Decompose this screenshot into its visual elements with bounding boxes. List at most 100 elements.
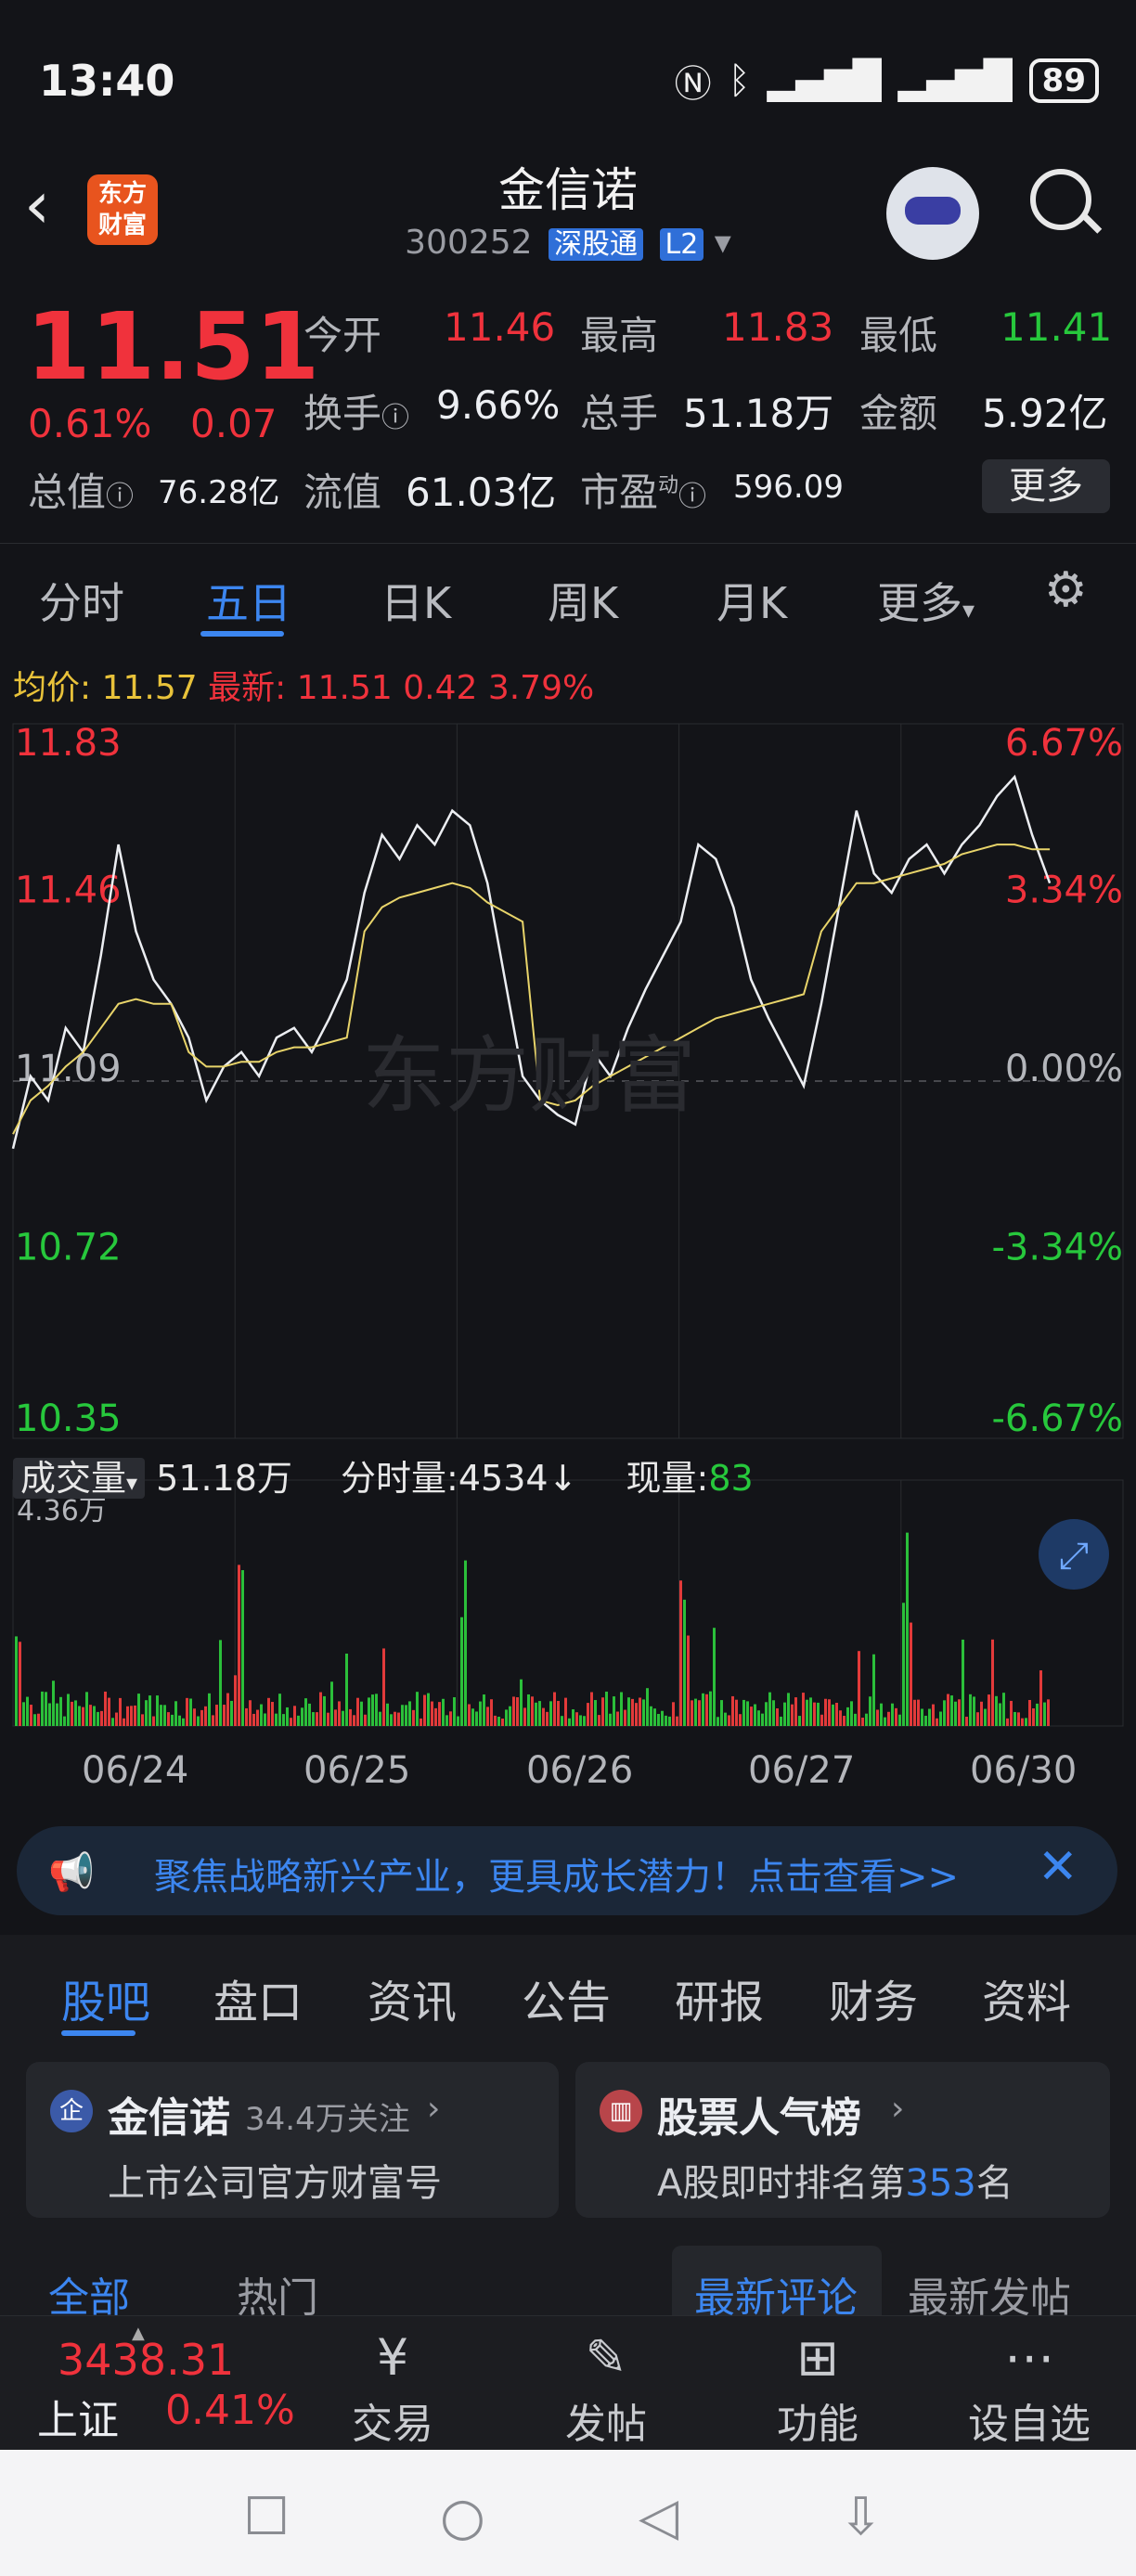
volume-bar	[813, 1702, 816, 1726]
volume-bar	[943, 1700, 946, 1726]
y-tick-right: 3.34%	[1005, 869, 1123, 912]
volume-bar	[776, 1707, 779, 1726]
high-value: 11.83	[722, 304, 834, 350]
volume-bar	[442, 1698, 445, 1726]
volume-selector[interactable]: 成交量▾	[13, 1458, 146, 1499]
volume-bar	[876, 1709, 879, 1726]
nav-trade[interactable]: ¥ 交易	[323, 2325, 462, 2450]
volume-bar	[174, 1701, 177, 1726]
index-name[interactable]: 上证	[37, 2387, 119, 2446]
rank-text: A股即时排名第353名	[657, 2162, 1013, 2205]
promo-banner[interactable]: 📢 聚焦战略新兴产业，更具成长潜力！点击查看>> ✕	[17, 1826, 1117, 1915]
tab-profile[interactable]: 资料	[982, 1965, 1071, 2030]
volume-bar	[152, 1716, 155, 1726]
tab-more[interactable]: 更多▾	[877, 570, 975, 631]
volume-bar	[97, 1711, 99, 1726]
tab-monthly-k[interactable]: 月K	[716, 570, 787, 631]
volume-bar	[256, 1709, 259, 1726]
volume-bar	[624, 1709, 626, 1726]
volume-bar	[557, 1700, 560, 1726]
tab-guba[interactable]: 股吧	[61, 1965, 150, 2030]
five-day-chart[interactable]: 11.83 11.46 11.09 10.72 10.35 6.67% 3.34% 0.00…	[0, 705, 1136, 1745]
volume-bar	[516, 1697, 519, 1726]
low-label: 最低	[859, 313, 938, 358]
settings-gear-icon[interactable]: ⚙	[1044, 562, 1088, 618]
volume-bar	[200, 1709, 203, 1726]
volume-bar	[219, 1640, 222, 1726]
volume-bar	[728, 1715, 730, 1726]
clock: 13:40	[39, 56, 175, 106]
volume-bar	[746, 1701, 749, 1726]
expand-icon[interactable]: ⤢	[1039, 1519, 1109, 1590]
tab-daily-k[interactable]: 日K	[381, 570, 451, 631]
volume-bar	[382, 1648, 385, 1726]
volume-bar	[1032, 1707, 1035, 1726]
more-quote-button[interactable]: 更多	[982, 459, 1110, 513]
back-triangle-icon[interactable]: ◁	[639, 2487, 678, 2547]
volume-bar	[549, 1701, 552, 1726]
volume-bar	[635, 1703, 638, 1726]
tab-news[interactable]: 资讯	[368, 1965, 457, 2030]
tab-research[interactable]: 研报	[675, 1965, 764, 2030]
volume-bar	[475, 1711, 478, 1726]
volume-bar	[453, 1697, 456, 1726]
current-price: 11.51	[26, 292, 320, 401]
tab-finance[interactable]: 财务	[829, 1965, 918, 2030]
volume-bar	[182, 1718, 185, 1726]
volume-total: 51.18万	[156, 1458, 292, 1499]
volume-bar	[323, 1695, 326, 1726]
tab-announcements[interactable]: 公告	[522, 1965, 611, 2030]
down-arrow-icon[interactable]: ⇩	[839, 2487, 883, 2547]
volume-bar	[731, 1695, 734, 1726]
volume-bar	[360, 1701, 363, 1726]
nav-add-watchlist[interactable]: ⋯ 设自选	[960, 2325, 1099, 2450]
assistant-robot-icon[interactable]	[886, 167, 979, 260]
volume-bar	[739, 1714, 742, 1726]
close-icon[interactable]: ✕	[1038, 1839, 1078, 1895]
nav-post[interactable]: ✎ 发帖	[536, 2325, 676, 2450]
volume-bar	[249, 1700, 252, 1726]
volume-bar	[245, 1707, 248, 1726]
latest-label: 最新:	[208, 669, 287, 707]
volume-bar	[757, 1710, 760, 1726]
volume-bar	[468, 1704, 471, 1726]
volume-bar	[665, 1715, 667, 1726]
volume-bar	[691, 1700, 693, 1726]
search-icon[interactable]	[1030, 169, 1091, 230]
tab-weekly-k[interactable]: 周K	[548, 570, 618, 631]
y-tick-left: 10.35	[15, 1397, 122, 1440]
nav-functions[interactable]: ⊞ 功能	[748, 2325, 887, 2450]
tab-intraday[interactable]: 分时	[39, 570, 124, 631]
volume-bar	[780, 1716, 782, 1726]
popularity-rank-card[interactable]: ▥ 股票人气榜 › A股即时排名第353名	[575, 2062, 1110, 2218]
volume-bar	[601, 1697, 604, 1726]
volume-bar	[119, 1697, 122, 1726]
index-value[interactable]: 3438.31	[58, 2335, 234, 2385]
volume-bar	[167, 1712, 170, 1726]
volume-bar	[471, 1708, 474, 1726]
signal-icon: ▂▄▆█	[767, 59, 882, 102]
volume-bar	[687, 1635, 690, 1726]
volume-bar	[401, 1705, 404, 1726]
volume-bar	[197, 1716, 200, 1726]
tab-five-day[interactable]: 五日	[206, 570, 291, 631]
volume-bar	[650, 1706, 652, 1726]
date-label: 06/25	[303, 1749, 411, 1792]
amount-value: 5.92亿	[982, 391, 1108, 436]
volume-bar	[561, 1716, 563, 1726]
volume-bar	[995, 1695, 998, 1726]
level2-badge: L2	[659, 228, 704, 261]
pe-label: 市盈动ⓘ	[580, 470, 707, 515]
active-tab-indicator	[200, 631, 284, 637]
tab-pankou[interactable]: 盘口	[213, 1965, 303, 2030]
banner-text[interactable]: 聚焦战略新兴产业，更具成长潜力！点击查看>>	[154, 1847, 1017, 1900]
square-recent-icon[interactable]: ☐	[243, 2487, 290, 2547]
follower-count: 34.4万关注	[245, 2101, 410, 2138]
volume-bar	[928, 1708, 931, 1726]
volume-bar	[1013, 1711, 1016, 1726]
official-account-card[interactable]: 企 金信诺 34.4万关注 › 上市公司官方财富号	[26, 2062, 559, 2218]
card-subtitle: 上市公司官方财富号	[108, 2162, 442, 2205]
volume-bar	[397, 1712, 400, 1726]
edit-icon: ✎	[585, 2328, 627, 2387]
home-circle-icon[interactable]: ○	[440, 2487, 485, 2547]
